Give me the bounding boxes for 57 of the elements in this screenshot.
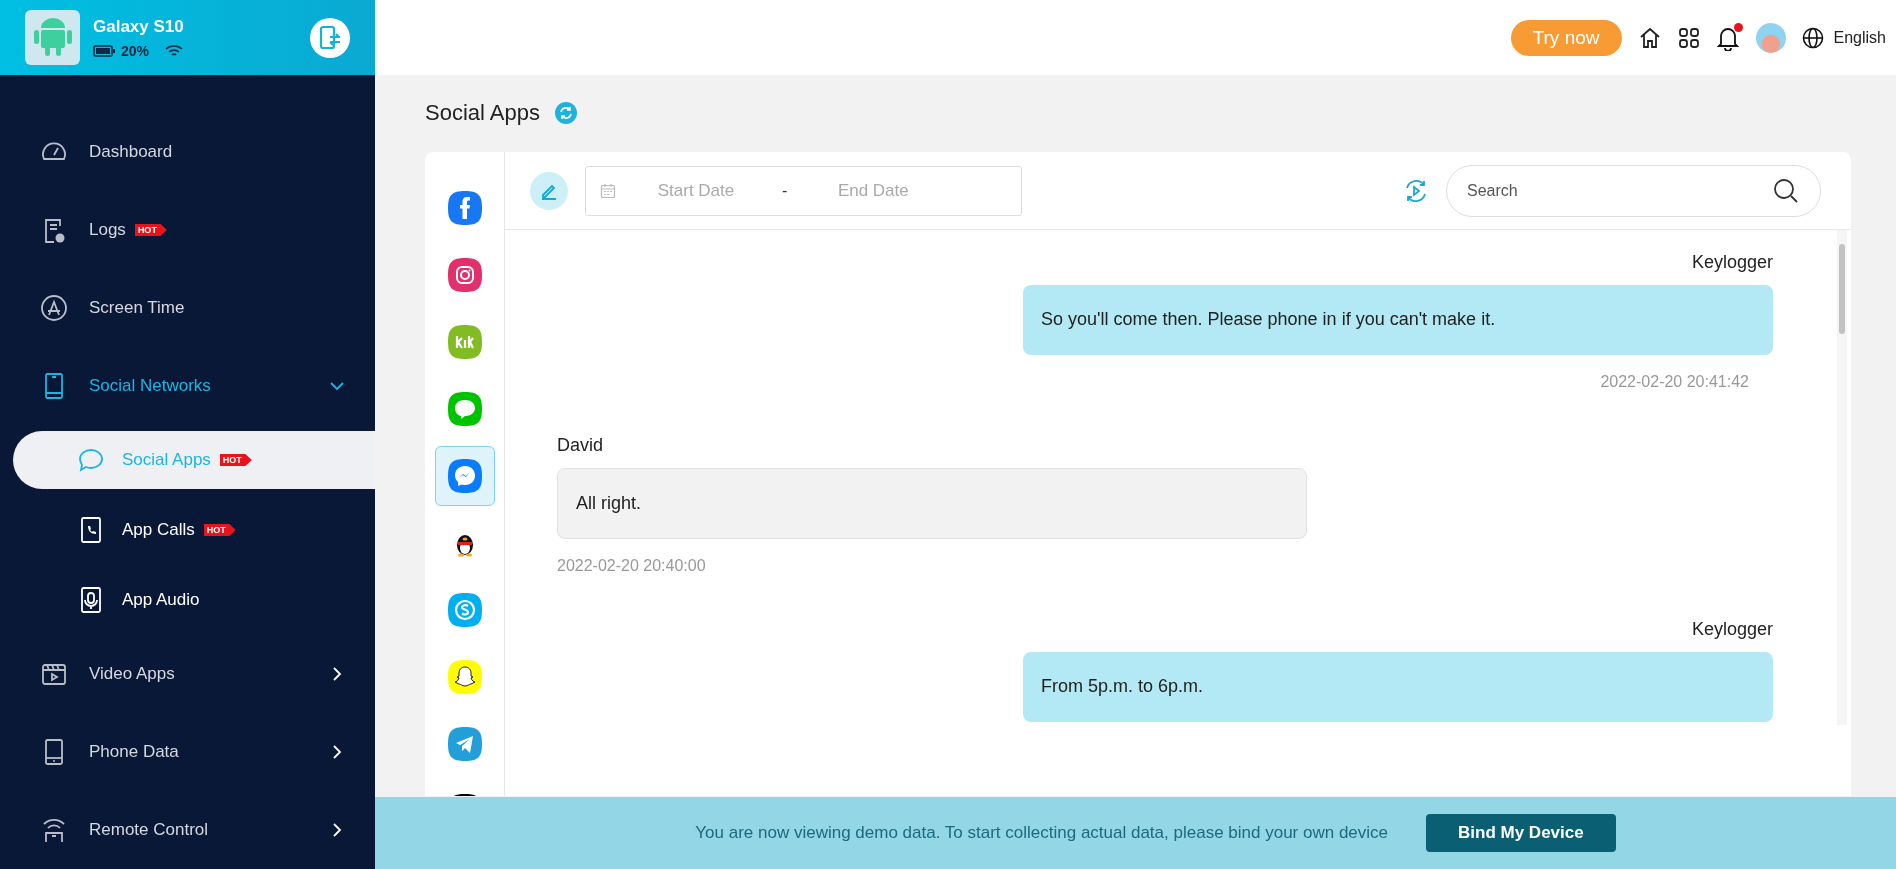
globe-icon[interactable] (1801, 26, 1824, 49)
message-bubble: All right. (557, 467, 1307, 540)
bind-device-button[interactable]: Bind My Device (1426, 814, 1616, 852)
speech-bubble-icon (77, 446, 105, 474)
end-date-input[interactable]: End Date (793, 179, 954, 202)
page-title: Social Apps (425, 100, 540, 126)
battery-icon (93, 44, 115, 57)
sidebar-item[interactable]: Logs HOT (0, 191, 375, 269)
search-icon[interactable] (1773, 177, 1799, 204)
sidebar-subitem[interactable]: App Calls HOT (13, 495, 375, 565)
edit-button[interactable] (530, 171, 568, 210)
chat-app-icon (447, 325, 482, 359)
date-range-field[interactable]: Start Date - End Date (585, 165, 1022, 216)
sidebar-item[interactable]: Screen Time (0, 269, 375, 347)
facebook-icon (447, 191, 482, 225)
refresh-icon[interactable] (553, 101, 578, 125)
sidebar-item[interactable]: Video Apps (0, 635, 375, 713)
message-time: 2022-02-20 20:41:42 (1600, 372, 1749, 391)
battery-level: 20% (121, 42, 150, 59)
letter-s-icon (447, 593, 482, 627)
message-time: 2022-02-20 20:40:00 (557, 557, 706, 576)
messenger-icon (447, 459, 482, 493)
avatar[interactable] (1755, 22, 1786, 53)
notification-bell-icon[interactable] (1715, 24, 1740, 51)
sidebar-subitem[interactable]: Social Apps HOT (13, 431, 375, 489)
language-selector[interactable]: English (1833, 28, 1886, 47)
paper-plane-icon (447, 727, 482, 761)
android-icon (25, 10, 80, 65)
device-name: Galaxy S10 (93, 16, 185, 37)
sender-name: Keylogger (1691, 619, 1773, 641)
speech-bubble-icon (447, 392, 482, 426)
sidebar-item[interactable]: Social Networks (0, 347, 375, 425)
search-field[interactable]: Search (1446, 164, 1821, 217)
sender-name: David (557, 434, 604, 456)
phone-swap-icon (318, 24, 342, 51)
sidebar-item[interactable]: Dashboard (0, 113, 375, 191)
hot-badge: HOT (134, 224, 167, 236)
sidebar-item[interactable]: Remote Control (0, 791, 375, 869)
camera-icon (447, 258, 482, 292)
date-separator: - (782, 181, 788, 200)
grid-icon[interactable] (1677, 26, 1700, 49)
app-store-icon (40, 294, 68, 322)
start-date-input[interactable]: Start Date (616, 179, 776, 202)
ghost-icon (447, 660, 482, 694)
sender-name: Keylogger (1691, 252, 1773, 273)
scrollbar[interactable] (1837, 230, 1847, 725)
sync-play-icon[interactable] (1403, 177, 1429, 204)
sidebar-item[interactable]: Phone Data (0, 713, 375, 791)
message-bubble: From 5p.m. to 6p.m. (1023, 652, 1773, 722)
wifi-icon (165, 43, 184, 58)
hot-badge: HOT (219, 454, 252, 466)
calendar-icon (600, 182, 616, 199)
message-bubble: So you'll come then. Please phone in if you can't make it. (1023, 285, 1773, 355)
sidebar-subitem[interactable]: App Audio (13, 565, 375, 635)
banner-message: You are now viewing demo data. To start collecting actual data, please bind your own device (695, 823, 1389, 843)
hot-badge: HOT (203, 524, 236, 536)
switch-device-button[interactable] (310, 17, 350, 58)
